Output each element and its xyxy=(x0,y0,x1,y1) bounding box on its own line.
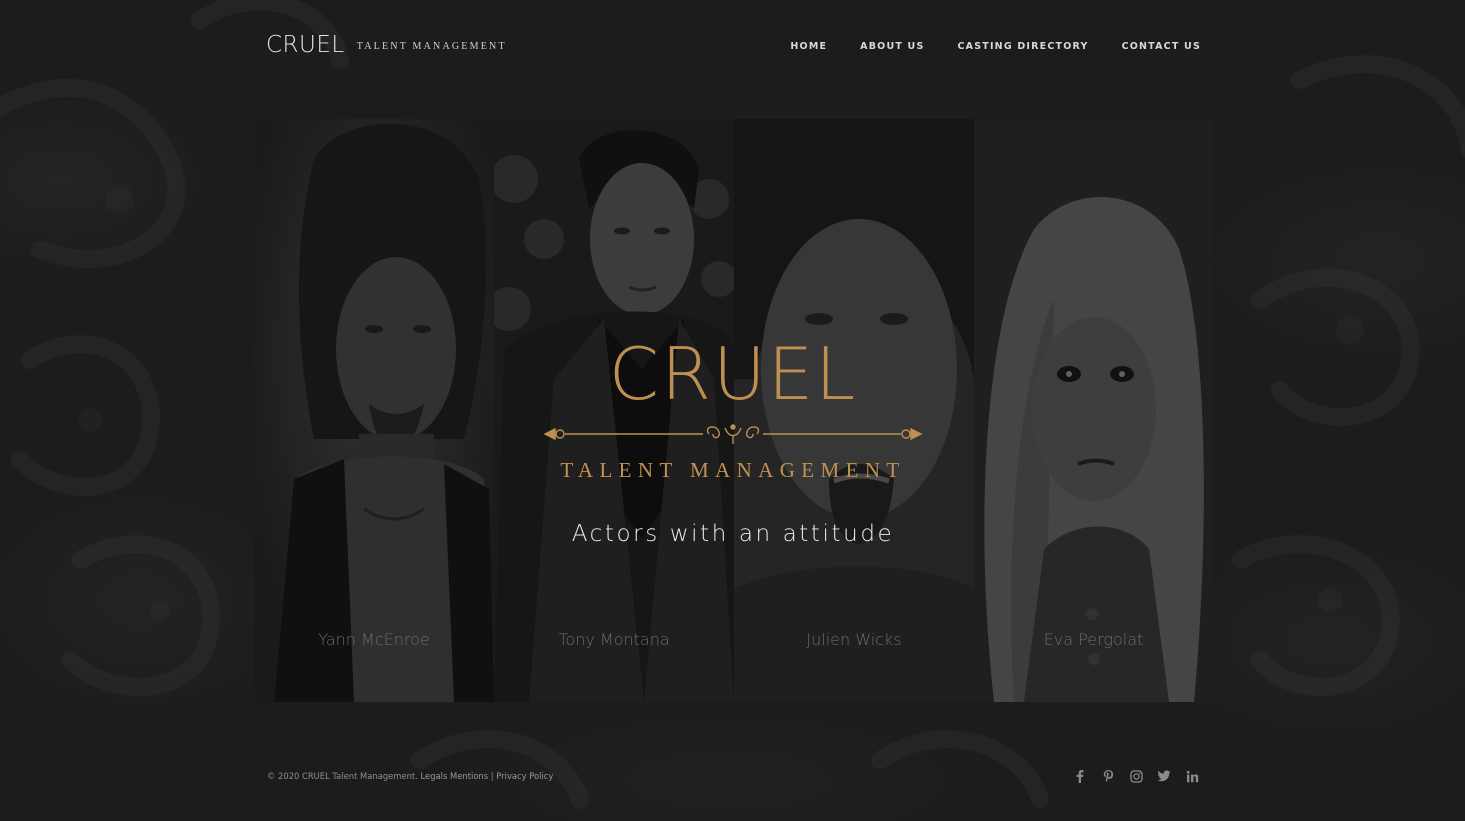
legal-mentions-link[interactable]: Legals Mentions xyxy=(421,771,489,781)
footer-legal: © 2020 CRUEL Talent Management. Legals M… xyxy=(267,771,553,781)
nav-about-us[interactable]: ABOUT US xyxy=(860,41,924,52)
social-links xyxy=(1072,768,1200,784)
linkedin-icon[interactable] xyxy=(1184,768,1200,784)
twitter-icon[interactable] xyxy=(1156,768,1172,784)
actor-name: Tony Montana xyxy=(558,630,670,649)
main-nav: HOME ABOUT US CASTING DIRECTORY CONTACT … xyxy=(790,41,1201,52)
site-header: CRUEL TALENT MANAGEMENT HOME ABOUT US CA… xyxy=(0,0,1465,95)
nav-home[interactable]: HOME xyxy=(790,41,827,52)
actor-card-eva-pergolat[interactable]: Eva Pergolat xyxy=(974,119,1213,702)
actor-card-yann-mcenroe[interactable]: Yann McEnroe xyxy=(254,119,494,702)
facebook-icon[interactable] xyxy=(1072,768,1088,784)
nav-contact-us[interactable]: CONTACT US xyxy=(1122,41,1201,52)
nav-casting-directory[interactable]: CASTING DIRECTORY xyxy=(958,41,1089,52)
privacy-policy-link[interactable]: Privacy Policy xyxy=(496,771,553,781)
logo-tagline: TALENT MANAGEMENT xyxy=(356,41,507,52)
ornament-divider-icon xyxy=(543,424,923,444)
hero-tagline: Actors with an attitude xyxy=(571,521,895,547)
site-logo[interactable]: CRUEL TALENT MANAGEMENT xyxy=(266,32,507,58)
pinterest-icon[interactable] xyxy=(1100,768,1116,784)
actor-name: Yann McEnroe xyxy=(318,630,430,649)
hero-subtitle: TALENT MANAGEMENT xyxy=(560,458,906,482)
instagram-icon[interactable] xyxy=(1128,768,1144,784)
hero-title: CRUEL xyxy=(608,332,858,416)
actor-name: Eva Pergolat xyxy=(1043,630,1144,649)
logo-wordmark: CRUEL xyxy=(266,32,345,58)
actor-name: Julien Wicks xyxy=(806,630,902,649)
page: CRUEL TALENT MANAGEMENT HOME ABOUT US CA… xyxy=(0,0,1465,821)
copyright-text: © 2020 CRUEL Talent Management. xyxy=(267,771,418,781)
hero-brand: CRUEL TALENT MANAGEMENT xyxy=(540,330,926,483)
footer-separator: | xyxy=(490,771,494,781)
